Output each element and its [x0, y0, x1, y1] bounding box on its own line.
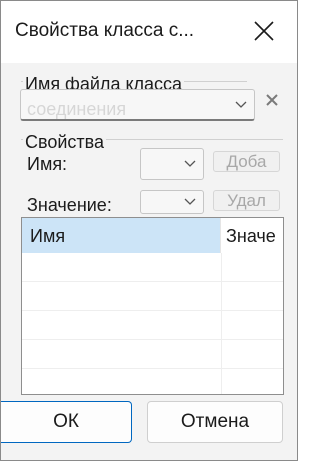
- list-row-line: [22, 339, 283, 340]
- name-combo[interactable]: [140, 148, 204, 180]
- chevron-down-icon: [235, 101, 247, 108]
- delete-button[interactable]: Удал: [213, 190, 280, 211]
- add-button[interactable]: Доба: [213, 151, 280, 172]
- chevron-down-icon: [184, 198, 196, 205]
- props-group-label: Свойства: [23, 132, 107, 152]
- column-header-value[interactable]: Значе: [221, 218, 283, 253]
- list-header: Имя Значе: [22, 218, 283, 253]
- list-row-line: [22, 368, 283, 369]
- ok-button[interactable]: ОК: [1, 401, 132, 443]
- clear-icon: [266, 94, 278, 106]
- class-file-ghost-text: соединения: [27, 99, 127, 119]
- clear-file-button[interactable]: [261, 89, 283, 111]
- column-divider: [221, 253, 222, 394]
- close-icon: [254, 21, 274, 41]
- cancel-button[interactable]: Отмена: [147, 401, 283, 443]
- list-row-line: [22, 281, 283, 282]
- chevron-down-icon: [184, 160, 196, 167]
- value-combo[interactable]: [140, 190, 204, 214]
- value-label: Значение:: [27, 195, 112, 215]
- dialog-title: Свойства класса с...: [15, 20, 195, 41]
- class-properties-dialog: Свойства класса с... Имя файла класса со…: [0, 0, 298, 461]
- properties-list[interactable]: Имя Значе: [21, 217, 284, 395]
- class-file-combo[interactable]: соединения: [20, 89, 255, 121]
- title-bar: Свойства класса с...: [1, 1, 297, 63]
- column-header-name[interactable]: Имя: [22, 218, 221, 253]
- close-button[interactable]: [241, 11, 287, 51]
- list-row-line: [22, 310, 283, 311]
- name-label: Имя:: [27, 154, 68, 174]
